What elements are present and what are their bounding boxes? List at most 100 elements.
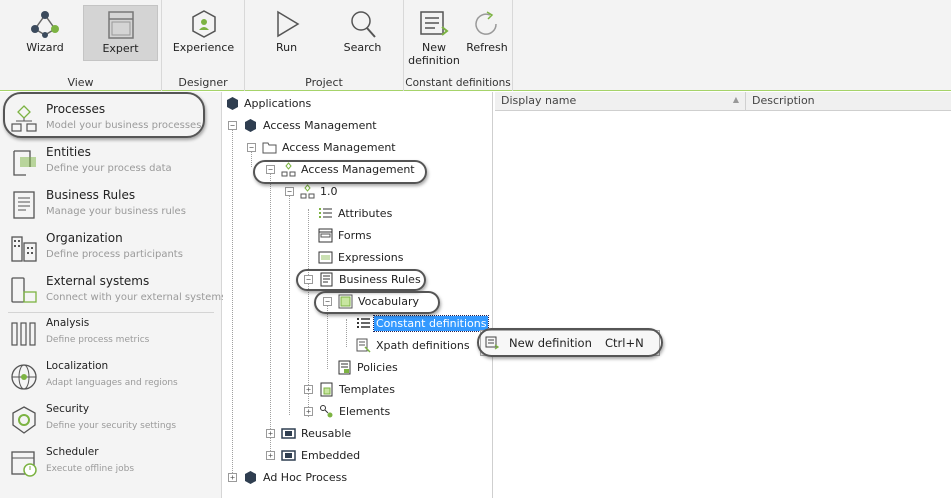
context-menu: New definition Ctrl+N (480, 330, 660, 356)
tree-node-templates[interactable]: + Templates (223, 380, 483, 400)
context-menu-new-definition[interactable]: New definition Ctrl+N (481, 331, 661, 355)
process-icon (281, 162, 296, 177)
nav-item-subtitle: Execute offline jobs (46, 464, 135, 474)
version-icon (300, 184, 315, 199)
view-group-label: View (67, 76, 94, 89)
tree-node-label: Business Rules (339, 273, 421, 286)
left-navigation: Processes Model your business processes … (0, 92, 226, 498)
vocabulary-icon (338, 294, 353, 309)
nav-item-entities[interactable]: Entities Define your process data (0, 141, 222, 184)
nav-item-subtitle: Manage your business rules (46, 206, 186, 217)
project-tree: Applications − Access Management − Acces… (223, 92, 493, 498)
nav-item-subtitle: Model your business processes (46, 120, 202, 131)
expressions-icon (318, 251, 333, 264)
nav-item-organization[interactable]: Organization Define process participants (0, 227, 222, 270)
nav-item-title: Scheduler (46, 446, 99, 458)
nav-item-title: Entities (46, 145, 91, 159)
definitions-grid: Display name ▲ Description (495, 92, 951, 498)
entities-icon (13, 150, 36, 176)
external-systems-icon (11, 277, 37, 303)
expand-icon[interactable]: + (304, 407, 313, 416)
tree-node-access-management-process[interactable]: − Access Management (223, 160, 483, 180)
collapse-icon[interactable]: − (247, 143, 256, 152)
tree-node-label: Access Management (263, 119, 377, 132)
nav-item-title: Processes (46, 102, 106, 116)
collapse-icon[interactable]: − (266, 165, 275, 174)
tree-node-access-management-app[interactable]: − Access Management (223, 116, 483, 136)
column-header-display-name[interactable]: Display name ▲ (495, 92, 746, 111)
nav-item-subtitle: Connect with your external systems (46, 292, 227, 303)
tree-node-constant-definitions[interactable]: Constant definitions (223, 314, 493, 334)
expand-icon[interactable]: + (228, 473, 237, 482)
tree-node-policies[interactable]: Policies (223, 358, 483, 378)
ribbon-group-project: Run Search Project (245, 0, 404, 91)
tree-node-business-rules[interactable]: − Business Rules (223, 270, 483, 290)
wizard-label: Wizard (26, 41, 64, 54)
tree-node-version[interactable]: − 1.0 (223, 182, 483, 202)
constant-definitions-group-label: Constant definitions (405, 77, 511, 89)
new-definition-icon (420, 11, 449, 36)
tree-node-vocabulary[interactable]: − Vocabulary (223, 292, 483, 312)
ribbon-group-designer: Experience Designer (162, 0, 245, 91)
collapse-icon[interactable]: − (323, 297, 332, 306)
tree-node-label: 1.0 (320, 185, 338, 198)
tree-node-embedded[interactable]: + Embedded (223, 446, 483, 466)
search-label: Search (343, 41, 382, 54)
analysis-icon (11, 322, 36, 346)
experience-button[interactable]: Experience (166, 5, 241, 61)
run-button[interactable]: Run (249, 5, 324, 61)
tree-node-elements[interactable]: + Elements (223, 402, 483, 422)
experience-icon (191, 10, 216, 38)
templates-icon (320, 382, 333, 397)
nav-item-business-rules[interactable]: Business Rules Manage your business rule… (0, 184, 222, 227)
column-header-description[interactable]: Description (746, 92, 951, 111)
expert-button[interactable]: Expert (83, 5, 158, 61)
collapse-icon[interactable]: − (228, 121, 237, 130)
processes-icon (11, 105, 37, 132)
ribbon-group-constant-definitions: New definition Refresh Constant definiti… (404, 0, 513, 91)
policies-icon (338, 360, 351, 375)
tree-node-ad-hoc-process[interactable]: + Ad Hoc Process (223, 468, 483, 488)
nav-item-processes[interactable]: Processes Model your business processes (0, 98, 222, 141)
nav-item-localization[interactable]: Localization Adapt languages and regions (0, 356, 222, 399)
elements-icon (320, 405, 333, 418)
nav-item-subtitle: Define your process data (46, 163, 172, 174)
nav-item-title: Localization (46, 360, 109, 372)
nav-item-external-systems[interactable]: External systems Connect with your exter… (0, 270, 226, 313)
expand-icon[interactable]: + (266, 451, 275, 460)
nav-item-analysis[interactable]: Analysis Define process metrics (0, 313, 222, 356)
attributes-icon (319, 208, 332, 218)
experience-label: Experience (172, 41, 235, 54)
business-rules-icon (320, 272, 333, 287)
new-definition-button[interactable]: New definition (406, 5, 462, 77)
tree-node-forms[interactable]: Forms (223, 226, 483, 246)
nav-item-title: Security (46, 403, 90, 415)
tree-node-label: Embedded (301, 449, 361, 462)
wizard-button[interactable]: Wizard (8, 5, 82, 61)
tree-node-label: Xpath definitions (376, 339, 470, 352)
tree-node-label: Constant definitions (372, 315, 490, 332)
nav-item-security[interactable]: Security Define your security settings (0, 399, 222, 442)
tree-node-access-management-folder[interactable]: − Access Management (223, 138, 483, 158)
applications-icon (227, 97, 238, 110)
nav-item-title: External systems (46, 274, 150, 288)
nav-item-scheduler[interactable]: Scheduler Execute offline jobs (0, 442, 222, 485)
project-group-label: Project (305, 76, 343, 89)
refresh-button[interactable]: Refresh (462, 5, 512, 61)
tree-node-label: Ad Hoc Process (263, 471, 348, 484)
tree-node-label: Vocabulary (358, 295, 419, 308)
collapse-icon[interactable]: − (304, 275, 313, 284)
new-definition-label: New definition (408, 41, 460, 67)
tree-node-xpath-definitions[interactable]: Xpath definitions (223, 336, 483, 356)
forms-icon (318, 228, 333, 243)
expand-icon[interactable]: + (304, 385, 313, 394)
tree-node-reusable[interactable]: + Reusable (223, 424, 483, 444)
tree-node-label: Elements (339, 405, 391, 418)
ribbon: Wizard Expert View Experience Designer R… (0, 0, 951, 91)
tree-node-applications[interactable]: Applications (223, 94, 483, 114)
tree-node-expressions[interactable]: Expressions (223, 248, 483, 268)
tree-node-attributes[interactable]: Attributes (223, 204, 483, 224)
expand-icon[interactable]: + (266, 429, 275, 438)
collapse-icon[interactable]: − (285, 187, 294, 196)
search-button[interactable]: Search (325, 5, 400, 61)
